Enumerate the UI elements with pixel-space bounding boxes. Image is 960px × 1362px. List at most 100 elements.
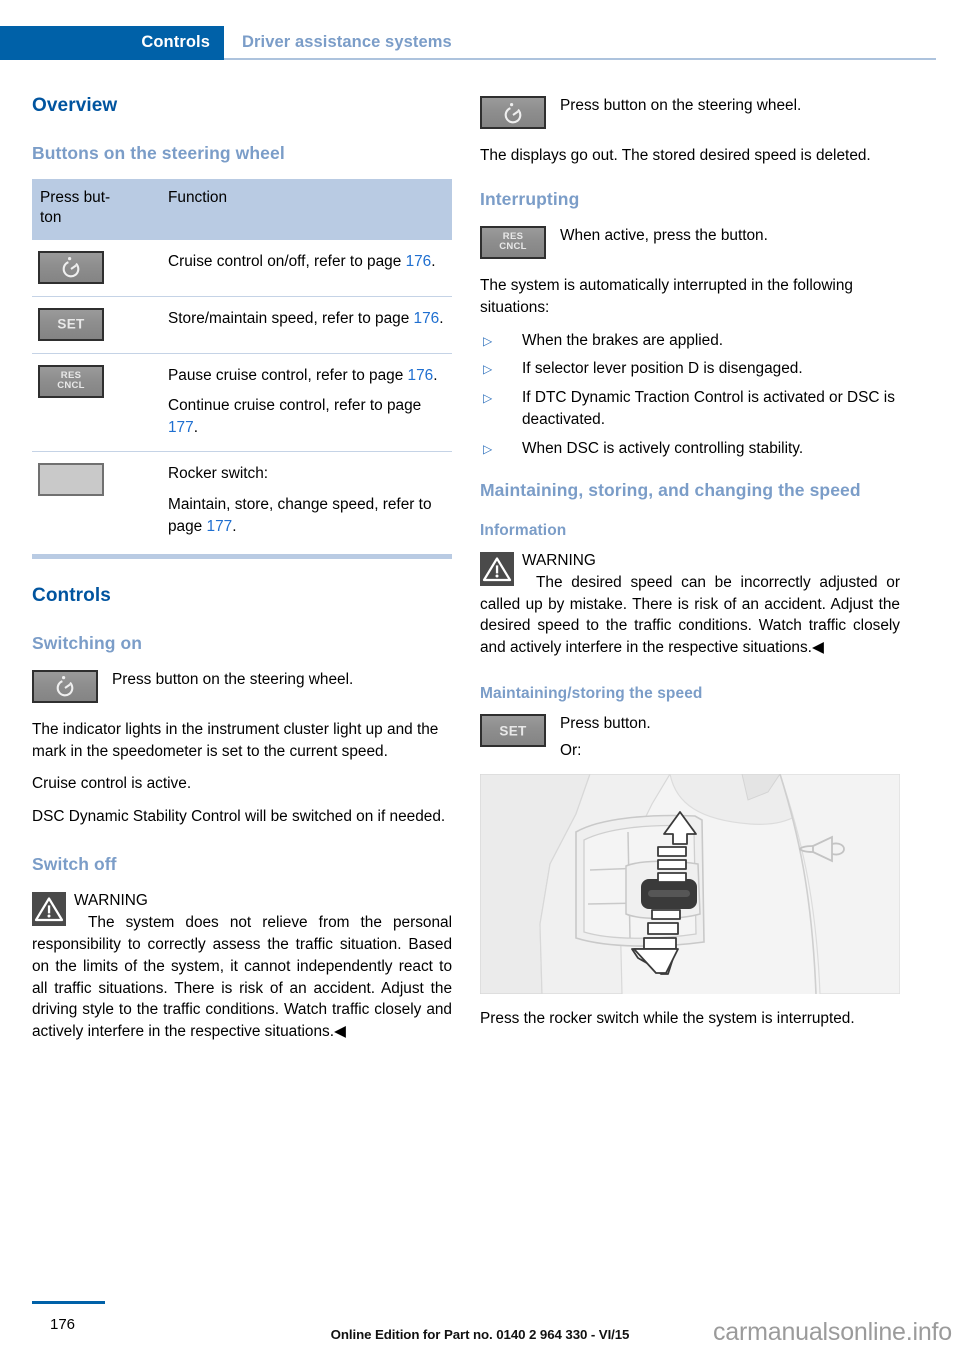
table-header-function: Function (160, 178, 452, 240)
warning-endmark: ◀ (811, 639, 824, 657)
switching-on-paragraph-2: Cruise control is active. (32, 775, 192, 793)
set-button-icon: SET (38, 307, 104, 341)
table-cell-icon (32, 452, 160, 550)
table-row: SET Store/maintain speed, refer to page … (32, 296, 452, 354)
photo-caption: Press the rocker switch while the system… (480, 1009, 855, 1027)
list-item-label: When DSC is actively controlling stabili… (522, 440, 804, 457)
list-item-label: When the brakes are applied. (522, 331, 724, 349)
switch-off-icon-row: Press button on the steering wheel. (480, 95, 900, 133)
res-cncl-button-icon: RES CNCL (480, 225, 546, 259)
warning-body: The desired speed can be incorrectly adj… (480, 573, 900, 657)
bullet-triangle-icon: ▷ (483, 391, 493, 406)
header-section-label: Driver assistance systems (242, 33, 452, 51)
table-header-press-button: Press but-ton (32, 178, 160, 240)
switching-on-icon-row: Press button on the steering wheel. (32, 669, 452, 707)
table-cell-text: Continue cruise control, refer to page 1… (168, 395, 444, 439)
switch-off-warning-block: WARNING The system does not relieve from… (32, 890, 452, 1043)
right-column: Press button on the steering wheel. The … (480, 95, 900, 1041)
set-button-label: SET (57, 316, 85, 332)
interrupting-icon-row: RES CNCL When active, press the button. (480, 225, 900, 263)
warning-endmark: ◀ (333, 1023, 346, 1041)
controls-heading: Controls (32, 584, 111, 606)
page-ref[interactable]: 177 (168, 419, 194, 436)
table-cell-text: Rocker switch: (168, 463, 444, 485)
header-rule (224, 58, 936, 60)
table-bottom-rule (32, 553, 452, 559)
res-cncl-button-icon: RES CNCL (38, 364, 104, 398)
row-text-before: Store/maintain speed, refer to page (168, 309, 414, 327)
warning-triangle-icon (32, 892, 66, 927)
page-ref[interactable]: 176 (408, 367, 434, 384)
page-ref[interactable]: 176 (414, 310, 440, 327)
page-ref[interactable]: 177 (207, 518, 233, 535)
left-column: Overview Buttons on the steering wheel P… (32, 95, 452, 1054)
switch-off-heading: Switch off (32, 854, 117, 875)
switch-off-icon-text: Press button on the steering wheel. (560, 97, 802, 114)
switching-on-icon-wrap (32, 669, 98, 703)
switching-on-paragraph-1: The indicator lights in the instrument c… (32, 720, 439, 760)
information-heading: Information (480, 521, 567, 539)
maintaining-storing-changing-heading: Maintaining, storing, and changing the s… (480, 479, 861, 500)
list-item: ▷ If selector lever position D is disenga… (480, 358, 900, 380)
list-item: ▷ If DTC Dynamic Traction Control is acti… (480, 387, 900, 431)
interrupting-bullet-list: ▷ When the brakes are applied. ▷ If select… (480, 330, 900, 460)
table-cell-function: Cruise control on/off, refer to page 176… (160, 239, 452, 297)
bullet-triangle-icon: ▷ (483, 442, 493, 456)
table-row: Rocker switch: Maintain, store, change s… (32, 452, 452, 550)
interrupting-heading: Interrupting (480, 188, 580, 209)
warning-text: The system does not relieve from the per… (32, 912, 452, 1043)
row-text-after: . (193, 419, 198, 437)
table-cell-function: Rocker switch: Maintain, store, change s… (160, 452, 452, 550)
cncl-label: CNCL (499, 241, 527, 253)
bullet-triangle-icon: ▷ (483, 333, 493, 348)
table-cell-text: Maintain, store, change speed, refer to … (168, 494, 444, 538)
row-text-after: . (232, 517, 237, 535)
cruise-control-speedometer-icon (38, 250, 104, 284)
page-ref[interactable]: 176 (406, 253, 432, 270)
table-cell-icon (32, 239, 160, 297)
information-warning-block: WARNING The desired speed can be incorre… (480, 550, 900, 659)
table-cell-text: Store/maintain speed, refer to page 176. (168, 308, 444, 330)
set-icon-wrap: SET (480, 714, 546, 748)
table-cell-icon: SET (32, 296, 160, 354)
row-text-before: Rocker switch: (168, 465, 269, 483)
buttons-on-steering-wheel-heading: Buttons on the steering wheel (32, 143, 285, 163)
steering-wheel-rocker-switch-photo (480, 773, 900, 994)
warning-label: WARNING (522, 551, 596, 569)
interrupting-icon-wrap: RES CNCL (480, 225, 546, 259)
table-cell-function: Store/maintain speed, refer to page 176. (160, 296, 452, 354)
interrupting-paragraph-1: The system is automatically interrupted … (480, 276, 853, 316)
cruise-control-speedometer-icon (480, 96, 546, 129)
cruise-control-speedometer-icon (32, 669, 98, 703)
warning-text: The desired speed can be incorrectly adj… (480, 572, 900, 660)
list-item-label: If DTC Dynamic Traction Control is activ… (522, 389, 895, 429)
warning-label: WARNING (74, 892, 148, 910)
set-icon-text-block: Press button. Or: (560, 713, 900, 762)
warning-triangle-icon (480, 551, 514, 586)
table-cell-text: Pause cruise control, refer to page 176. (168, 365, 444, 387)
set-icon-text: Press button. (560, 715, 651, 733)
or-text: Or: (560, 742, 582, 759)
row-text-after: . (431, 252, 436, 270)
switching-on-icon-text: Press button on the steering wheel. (112, 670, 354, 688)
footer-rule (32, 1301, 105, 1304)
header-chapter-label: Controls (141, 33, 210, 51)
list-item-label: If selector lever position D is disengag… (522, 360, 803, 378)
row-text-before: Continue cruise control, refer to page (168, 397, 422, 415)
row-text-after: . (439, 309, 444, 327)
table-cell-text: Cruise control on/off, refer to page 176… (168, 251, 444, 273)
row-text-before: Pause cruise control, refer to page (168, 366, 408, 384)
switching-on-paragraph-3: DSC Dynamic Stability Control will be sw… (32, 808, 446, 826)
interrupting-icon-text: When active, press the button. (560, 226, 768, 244)
switch-off-icon-wrap (480, 96, 546, 129)
maintaining-storing-speed-heading: Maintaining/storing the speed (480, 685, 703, 703)
rocker-switch-icon (38, 463, 104, 497)
cncl-label: CNCL (57, 380, 85, 392)
table-header-row: Press but-ton Function (32, 178, 452, 240)
set-button-icon: SET (480, 714, 546, 748)
bullet-triangle-icon: ▷ (483, 362, 493, 377)
set-icon-row: SET Press button. Or: (480, 713, 900, 762)
table-cell-function: Pause cruise control, refer to page 176.… (160, 353, 452, 453)
row-text-before: Cruise control on/off, refer to page (168, 252, 406, 270)
row-text-after: . (433, 366, 438, 384)
